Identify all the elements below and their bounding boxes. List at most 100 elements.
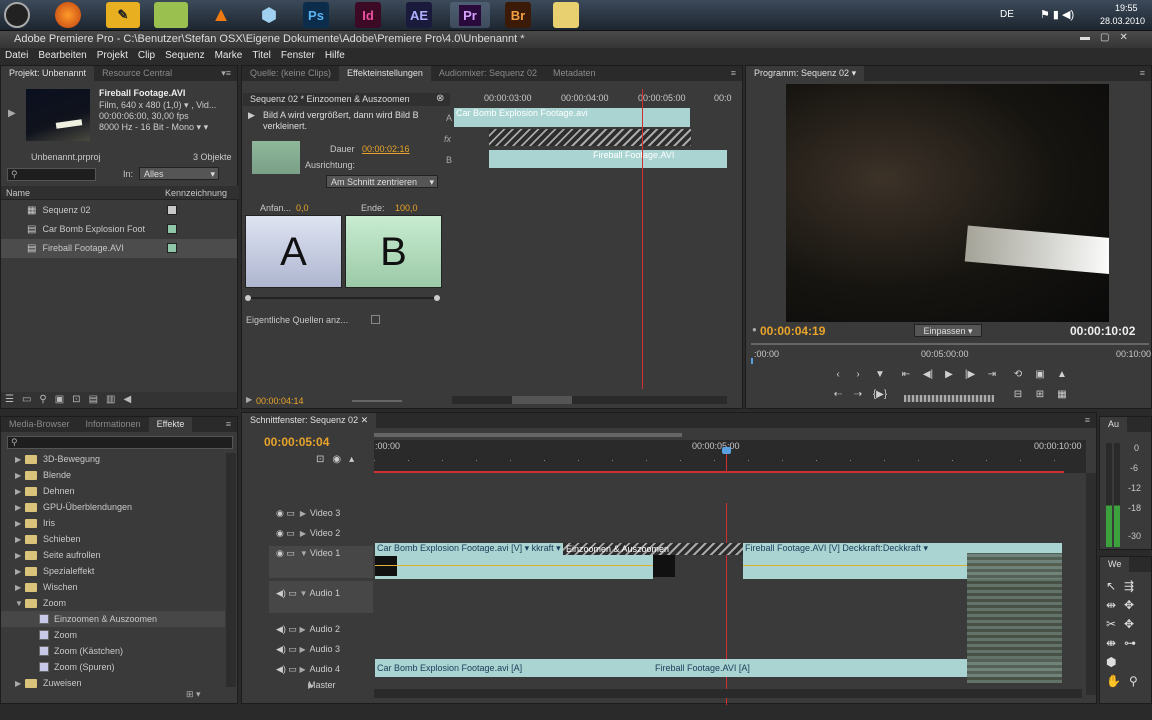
chevron-right-icon[interactable]: ▶ bbox=[15, 532, 25, 548]
tab-effect-controls[interactable]: Effekteinstellungen bbox=[339, 66, 431, 81]
set-marker-icon[interactable]: ▼ bbox=[872, 369, 888, 380]
menu-projekt[interactable]: Projekt bbox=[92, 48, 133, 64]
effects-search-input[interactable]: ⚲ bbox=[7, 436, 233, 449]
tab-tools[interactable]: We bbox=[1100, 557, 1130, 572]
jog-shuttle[interactable] bbox=[904, 395, 994, 402]
tool-icon[interactable]: ✎ bbox=[106, 2, 140, 28]
marker-icon[interactable]: ● bbox=[752, 325, 757, 334]
aftereffects-icon[interactable]: AE bbox=[406, 2, 432, 28]
new-bin-icon[interactable]: ⊞ ▾ bbox=[186, 689, 201, 700]
panel-menu-icon[interactable]: ≡ bbox=[731, 68, 736, 78]
tab-resource-central[interactable]: Resource Central bbox=[94, 66, 180, 81]
ec-clip-b[interactable]: Fireball Footage.AVI bbox=[489, 150, 727, 168]
effects-item[interactable]: ▶ Spezialeffekt bbox=[1, 563, 225, 579]
effects-item[interactable]: ▶ Iris bbox=[1, 515, 225, 531]
project-toolbar[interactable]: ☰▭⚲▣⊡▤▥◀ bbox=[1, 392, 237, 408]
photoshop-icon[interactable]: Ps bbox=[303, 2, 329, 28]
play-icon[interactable]: ▶ bbox=[246, 395, 252, 404]
tab-informationen[interactable]: Informationen bbox=[78, 417, 149, 432]
chevron-right-icon[interactable]: ▶ bbox=[15, 516, 25, 532]
ec-scrollbar[interactable] bbox=[452, 396, 727, 404]
track-audio-4[interactable]: ◀) ▭ ▶ Audio 4 bbox=[242, 660, 372, 678]
ec-playhead[interactable] bbox=[642, 89, 643, 389]
panel-menu-icon[interactable]: ≡ bbox=[1140, 68, 1145, 78]
chevron-right-icon[interactable]: ▶ bbox=[15, 484, 25, 500]
chevron-right-icon[interactable]: ▶ bbox=[15, 452, 25, 468]
effects-item[interactable]: ▶ Dehnen bbox=[1, 483, 225, 499]
firefox-icon[interactable] bbox=[55, 2, 81, 28]
tab-source[interactable]: Quelle: (keine Clips) bbox=[242, 66, 339, 81]
mark-in-icon[interactable]: ‹ bbox=[830, 369, 846, 380]
timeline-vscroll[interactable] bbox=[1086, 473, 1096, 695]
timeline-scrollbar[interactable] bbox=[374, 689, 1082, 698]
clock-time[interactable]: 19:55 bbox=[1115, 3, 1138, 13]
step-back-icon[interactable]: ◀| bbox=[920, 369, 936, 380]
track-video-2[interactable]: ◉ ▭ ▶ Video 2 bbox=[242, 524, 372, 542]
bridge-icon[interactable]: Br bbox=[505, 2, 531, 28]
cube-icon[interactable]: ⬢ bbox=[252, 2, 286, 28]
effects-item[interactable]: Zoom (Spuren) bbox=[1, 659, 225, 675]
ec-transition[interactable] bbox=[489, 129, 691, 146]
menu-titel[interactable]: Titel bbox=[247, 48, 276, 64]
window-controls[interactable]: ▬▢✕ bbox=[1080, 32, 1138, 43]
effects-item[interactable]: ▶ Blende bbox=[1, 467, 225, 483]
column-name[interactable]: Name bbox=[6, 188, 30, 198]
effects-item[interactable]: ▶ Wischen bbox=[1, 579, 225, 595]
chevron-right-icon[interactable]: ▶ bbox=[15, 676, 25, 692]
start-icon[interactable] bbox=[4, 2, 30, 28]
tab-media-browser[interactable]: Media-Browser bbox=[1, 417, 78, 432]
panel-menu-icon[interactable]: ≡ bbox=[1085, 415, 1090, 425]
menu-marke[interactable]: Marke bbox=[210, 48, 248, 64]
mark-out-icon[interactable]: › bbox=[850, 369, 866, 380]
toggle-icon[interactable]: ⊗ bbox=[436, 93, 444, 104]
menu-datei[interactable]: Datei bbox=[0, 48, 33, 64]
chevron-right-icon[interactable]: ▶ bbox=[15, 468, 25, 484]
anfang-slider[interactable] bbox=[247, 297, 439, 299]
ec-timecode[interactable]: 00:00:04:14 bbox=[256, 396, 304, 406]
track-audio-1[interactable]: ◀) ▭ ▼ Audio 1 bbox=[242, 584, 372, 602]
timeline-timecode[interactable]: 00:00:05:04 bbox=[264, 435, 329, 449]
dauer-value[interactable]: 00:00:02:16 bbox=[362, 144, 410, 154]
fit-select[interactable]: Einpassen ▾ bbox=[914, 324, 982, 337]
tab-timeline[interactable]: Schnittfenster: Sequenz 02 ✕ bbox=[242, 413, 377, 428]
go-to-previous-edit-icon[interactable]: ⇠ bbox=[830, 389, 846, 400]
play-transition-icon[interactable]: ▶ bbox=[248, 110, 255, 121]
ende-value[interactable]: 100,0 bbox=[395, 203, 418, 213]
go-to-in-icon[interactable]: ⇤ bbox=[898, 369, 914, 380]
vlc-icon[interactable]: ▲ bbox=[204, 2, 238, 28]
tab-audiomixer[interactable]: Audiomixer: Sequenz 02 bbox=[431, 66, 545, 81]
effects-item[interactable]: Zoom bbox=[1, 627, 225, 643]
tab-projekt[interactable]: Projekt: Unbenannt bbox=[1, 66, 95, 81]
effects-item[interactable]: Einzoomen & Auszoomen bbox=[1, 611, 225, 627]
v1-transition[interactable]: Einzoomen & Auszoomen bbox=[563, 543, 743, 555]
play-icon[interactable]: ▶ bbox=[8, 108, 16, 119]
eigentliche-checkbox[interactable] bbox=[371, 315, 380, 324]
map-icon[interactable] bbox=[154, 2, 188, 28]
program-video[interactable] bbox=[786, 84, 1109, 322]
step-forward-icon[interactable]: |▶ bbox=[962, 369, 978, 380]
go-to-next-edit-icon[interactable]: ⇢ bbox=[850, 389, 866, 400]
panel-menu-icon[interactable]: ≡ bbox=[226, 419, 231, 429]
tray-icons[interactable]: ⚑ ▮ ◀) bbox=[1040, 8, 1074, 21]
anfang-value[interactable]: 0,0 bbox=[296, 203, 309, 213]
zoom-slider[interactable] bbox=[352, 400, 402, 402]
slider-handle[interactable] bbox=[434, 295, 440, 301]
chevron-right-icon[interactable]: ▶ bbox=[15, 580, 25, 596]
extract-icon[interactable]: ⊞ bbox=[1032, 389, 1048, 400]
premiere-icon[interactable]: Pr bbox=[450, 2, 490, 28]
effects-item[interactable]: ▶ Seite aufrollen bbox=[1, 547, 225, 563]
program-current-time[interactable]: 00:00:04:19 bbox=[760, 324, 825, 338]
tool-icons[interactable]: ↖⇶ ⇹✥ ✂✥ ⇼⊶ ⬢ ✋⚲ bbox=[1106, 577, 1152, 691]
track-audio-2[interactable]: ◀) ▭ ▶ Audio 2 bbox=[242, 620, 372, 638]
tab-program[interactable]: Programm: Sequenz 02 ▾ bbox=[746, 66, 865, 81]
project-item-fireball[interactable]: ▤ Fireball Footage.AVI bbox=[1, 239, 237, 258]
track-video-3[interactable]: ◉ ▭ ▶ Video 3 bbox=[242, 504, 372, 522]
trim-icon[interactable]: ▦ bbox=[1054, 389, 1070, 400]
loop-icon[interactable]: ⟲ bbox=[1010, 369, 1026, 380]
program-playhead[interactable] bbox=[751, 358, 753, 364]
track-audio-3[interactable]: ◀) ▭ ▶ Audio 3 bbox=[242, 640, 372, 658]
effects-item[interactable]: ▼ Zoom bbox=[1, 595, 225, 611]
ec-clip-a[interactable]: Car Bomb Explosion Footage.avi bbox=[454, 108, 690, 127]
folder-icon[interactable] bbox=[553, 2, 579, 28]
menu-clip[interactable]: Clip bbox=[133, 48, 160, 64]
